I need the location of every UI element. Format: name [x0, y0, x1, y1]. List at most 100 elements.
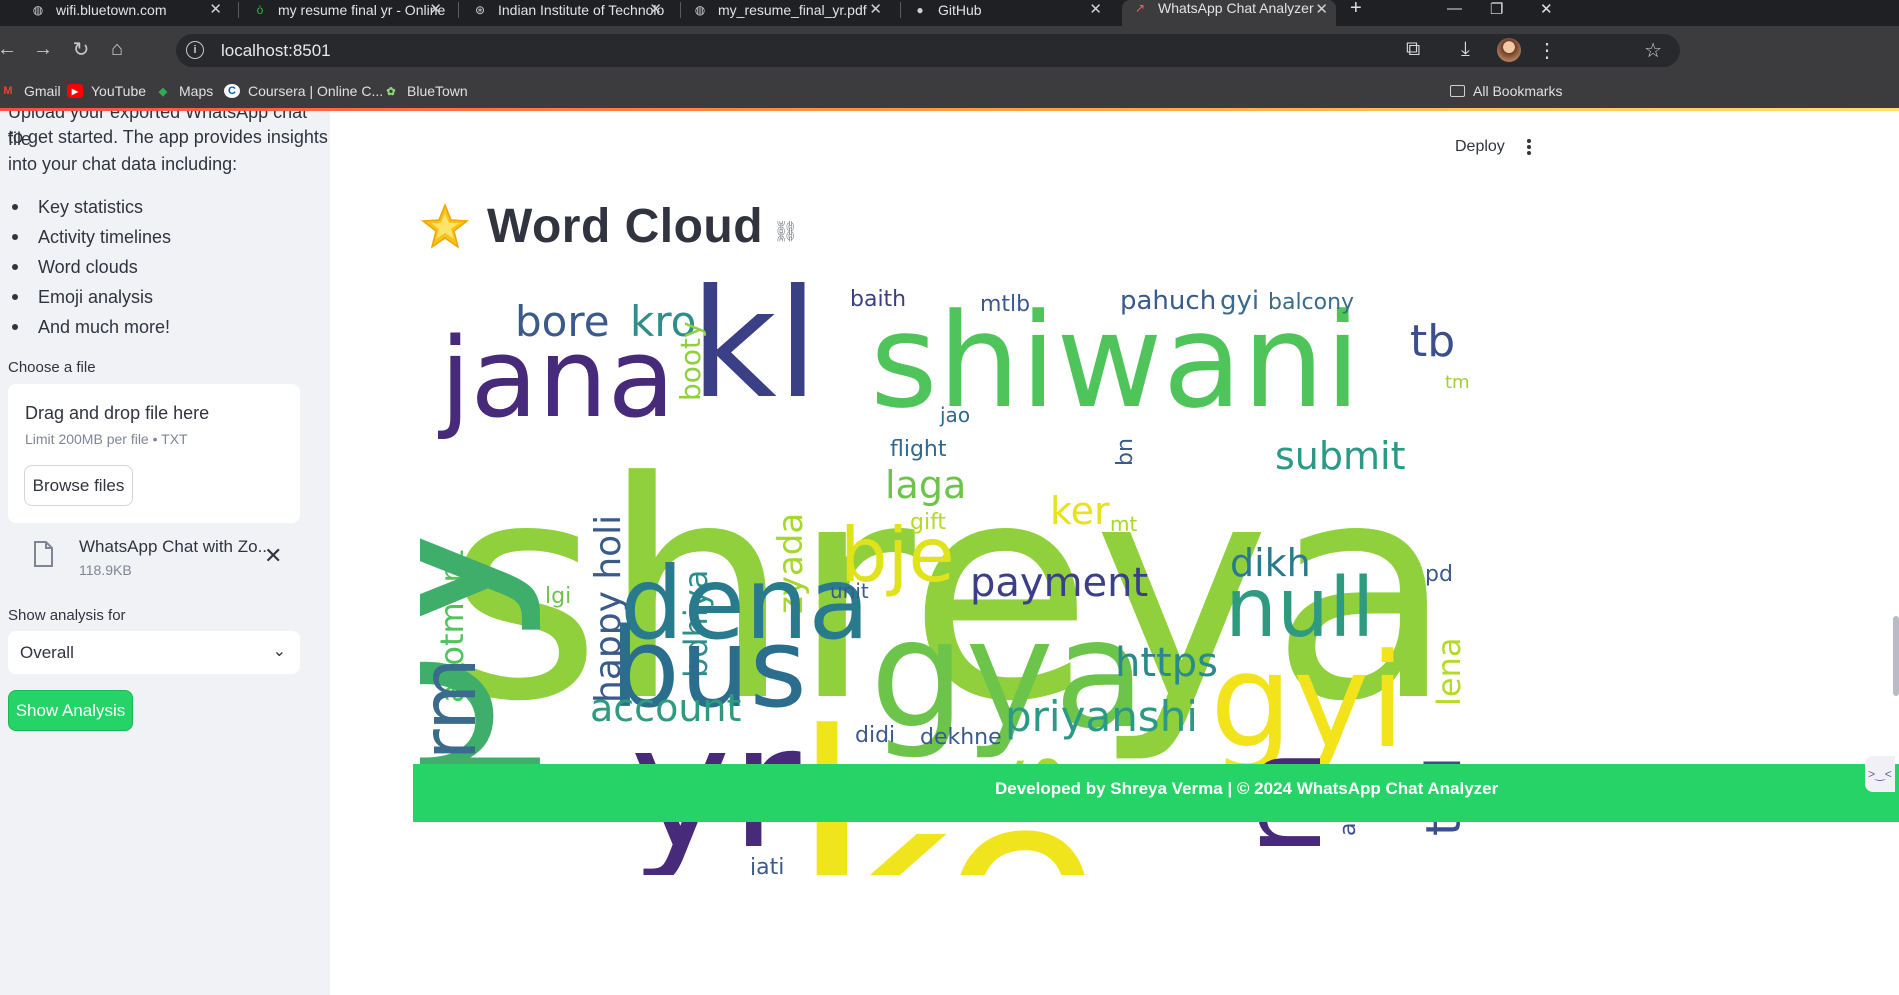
uploaded-file: WhatsApp Chat with Zo... 118.9KB ✕	[8, 523, 300, 585]
browser-toolbar: ← → ↻ ⌂ i localhost:8501 ☆ ⧉ ⤓ ⋮	[0, 26, 1899, 74]
close-tab-icon[interactable]: ✕	[649, 0, 662, 18]
analysis-select[interactable]: Overall ⌄	[8, 631, 300, 674]
browser-tab[interactable]: ◍ my_resume_final_yr.pdf ✕	[692, 0, 890, 20]
word-cloud-word: gyi	[1220, 286, 1259, 316]
bookmark-gmail[interactable]: M Gmail	[0, 83, 60, 99]
word-cloud-word: mt	[1110, 512, 1137, 536]
bookmark-maps[interactable]: ◆ Maps	[155, 83, 213, 99]
chart-icon: ↗	[1134, 1, 1146, 15]
bookmark-bluetown[interactable]: ✿ BlueTown	[383, 83, 467, 99]
uploaded-file-size: 118.9KB	[79, 562, 132, 578]
download-icon[interactable]: ⤓	[1461, 38, 1470, 61]
browser-tab[interactable]: ò my resume final yr - Online ✕	[252, 0, 450, 20]
word-cloud-word: tb	[1410, 316, 1455, 367]
word-cloud-word: lgi	[545, 584, 571, 609]
app-menu-icon[interactable]	[1525, 137, 1533, 157]
overleaf-icon: ò	[256, 3, 264, 17]
bookmarks-bar: M Gmail ▶ YouTube ◆ Maps C Coursera | On…	[0, 74, 1899, 108]
remove-file-icon[interactable]: ✕	[264, 543, 282, 569]
word-cloud-word: booty	[674, 321, 707, 401]
browse-files-button[interactable]: Browse files	[24, 465, 133, 506]
close-tab-icon[interactable]: ✕	[1089, 0, 1102, 18]
sidebar-intro-line: to get started. The app provides insight…	[8, 127, 328, 147]
minimize-icon[interactable]: —	[1447, 0, 1462, 17]
forward-icon[interactable]: →	[28, 34, 58, 64]
word-cloud-word: pd	[1425, 562, 1453, 587]
word-cloud-word: priyanshi	[1005, 692, 1198, 741]
word-cloud-word: submit	[1275, 434, 1405, 478]
globe-icon: ◍	[32, 3, 44, 17]
feature-list-item: Word clouds	[12, 252, 171, 282]
bookmark-youtube[interactable]: ▶ YouTube	[67, 83, 146, 99]
chevron-down-icon: ⌄	[272, 643, 286, 660]
deploy-button[interactable]: Deploy	[1455, 138, 1505, 156]
site-info-icon[interactable]: i	[186, 41, 204, 59]
youtube-icon: ▶	[67, 84, 83, 98]
close-tab-icon[interactable]: ✕	[209, 0, 222, 18]
window-close-icon[interactable]: ✕	[1540, 0, 1553, 18]
close-tab-icon[interactable]: ✕	[1315, 0, 1328, 18]
url-text[interactable]: localhost:8501	[221, 41, 331, 61]
side-widget-icon[interactable]: >‿<	[1865, 756, 1895, 792]
word-cloud-word: bore	[515, 297, 610, 346]
file-icon	[34, 541, 53, 567]
dropzone-limit: Limit 200MB per file • TXT	[25, 431, 188, 447]
close-tab-icon[interactable]: ✕	[869, 0, 882, 18]
reload-icon[interactable]: ↻	[66, 34, 96, 64]
scrollbar[interactable]	[1893, 616, 1899, 696]
section-heading: Word Cloud ⛓	[420, 199, 798, 254]
github-icon: ●	[916, 3, 924, 17]
browser-tab[interactable]: ◍ wifi.bluetown.com ✕	[30, 0, 230, 20]
word-cloud-word: tm	[1445, 372, 1470, 393]
globe-icon: ◍	[694, 3, 706, 17]
maps-icon: ◆	[158, 85, 168, 98]
word-cloud-word: flight	[890, 437, 947, 462]
extensions-icon[interactable]: ⧉	[1406, 38, 1420, 61]
iit-logo-icon: ⊛	[474, 3, 486, 17]
feature-list: Key statistics Activity timelines Word c…	[12, 192, 171, 342]
word-cloud-word: mtlb	[980, 292, 1030, 317]
restore-icon[interactable]: ❐	[1490, 0, 1503, 18]
main-content: Deploy Word Cloud ⛓ shreya shiwani kl jana b…	[330, 111, 1899, 995]
anchor-link-icon[interactable]: ⛓	[773, 219, 798, 244]
word-cloud-word: balcony	[1268, 290, 1354, 315]
word-cloud-word: laga	[885, 463, 966, 507]
file-dropzone[interactable]: Drag and drop file here Limit 200MB per …	[8, 384, 300, 523]
browser-tab[interactable]: ⊛ Indian Institute of Technolo ✕	[472, 0, 670, 20]
feature-list-item: Key statistics	[12, 192, 171, 222]
uploaded-file-name: WhatsApp Chat with Zo...	[79, 537, 272, 556]
feature-list-item: Emoji analysis	[12, 282, 171, 312]
bookmark-coursera[interactable]: C Coursera | Online C...	[224, 83, 383, 99]
show-analysis-button[interactable]: Show Analysis	[8, 690, 133, 731]
word-cloud-word: kl	[690, 276, 819, 432]
analysis-select-value: Overall	[20, 643, 74, 662]
bookmark-star-icon[interactable]: ☆	[1644, 38, 1662, 63]
word-cloud-word: pahuch	[1120, 286, 1216, 316]
feature-list-item: Activity timelines	[12, 222, 171, 252]
folder-icon	[1450, 85, 1465, 97]
profile-avatar[interactable]	[1497, 38, 1521, 62]
gmail-icon: M	[3, 85, 13, 97]
browser-tab-strip: ◍ wifi.bluetown.com ✕ ò my resume final …	[0, 0, 1899, 26]
all-bookmarks[interactable]: All Bookmarks	[1450, 83, 1562, 99]
word-cloud-word: ker	[1050, 489, 1110, 533]
back-icon[interactable]: ←	[0, 34, 22, 64]
menu-kebab-icon[interactable]: ⋮	[1537, 38, 1557, 63]
close-tab-icon[interactable]: ✕	[429, 0, 442, 18]
word-cloud-word: gift	[910, 510, 946, 535]
glowing-star-icon	[420, 202, 470, 249]
bluetown-icon: ✿	[386, 85, 396, 98]
word-cloud-word: jao	[939, 403, 970, 427]
file-uploader-label: Choose a file	[8, 359, 96, 376]
new-tab-button[interactable]: +	[1350, 0, 1362, 20]
dropzone-title: Drag and drop file here	[25, 403, 210, 423]
browser-tab-active[interactable]: ↗ WhatsApp Chat Analyzer ✕	[1122, 0, 1336, 26]
address-bar[interactable]: i localhost:8501 ☆	[176, 34, 1680, 67]
browser-tab[interactable]: ● GitHub ✕	[912, 0, 1110, 20]
coursera-icon: C	[224, 84, 240, 98]
sidebar-intro-line: into your chat data including:	[8, 154, 238, 174]
analysis-select-label: Show analysis for	[8, 607, 126, 624]
home-icon[interactable]: ⌂	[102, 34, 132, 64]
word-cloud-word: bn	[1113, 438, 1138, 466]
word-cloud-word: jati	[749, 855, 784, 875]
